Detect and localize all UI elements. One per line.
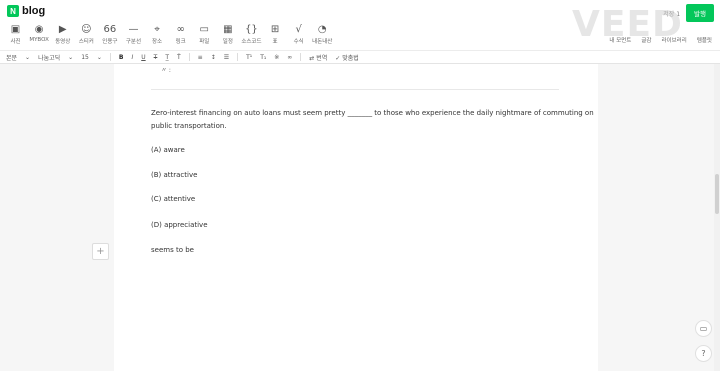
- translate-label: 번역: [316, 54, 328, 62]
- insert-toolbar: ▣ 사진 ◉ MYBOX ▶ 동영상 ☺ 스티커 66 인용구 — 구분선 ⌖ 장소 ∞ 링크 ▭ 파일 ▦ 일정 {}…: [4, 23, 334, 45]
- option-c[interactable]: (C) attentive: [151, 195, 195, 203]
- file-icon: ▭: [199, 24, 209, 35]
- sticker-icon: ☺: [81, 24, 92, 35]
- naver-blog-logo[interactable]: N blog: [7, 5, 45, 17]
- divider-icon: —: [128, 24, 139, 35]
- toolbar-divider: [300, 53, 302, 61]
- toolbar-label: 수식: [293, 39, 304, 45]
- top-right-actions: 저장 1 발행: [663, 4, 714, 22]
- note-text[interactable]: seems to be: [151, 246, 194, 254]
- toolbar-mybox-button[interactable]: ◉ MYBOX: [28, 23, 51, 45]
- toolbar-label: 소스코드: [241, 39, 262, 45]
- quote-icon: 66: [103, 24, 117, 35]
- video-icon: ▶: [58, 24, 67, 35]
- mybox-icon: ◉: [34, 24, 44, 35]
- toolbar-label: 링크: [175, 39, 186, 45]
- toolbar-my-content-button[interactable]: ◔ 내돈내산: [311, 23, 334, 45]
- question-text-line-2[interactable]: public transportation.: [151, 122, 227, 130]
- help-icon[interactable]: ?: [695, 345, 712, 362]
- toolbar-label: 내돈내산: [312, 39, 333, 45]
- special-char-icon[interactable]: ※: [274, 54, 279, 61]
- text-color-icon[interactable]: T̲: [165, 54, 169, 61]
- bold-button[interactable]: B: [119, 54, 124, 61]
- chevron-down-icon[interactable]: ⌄: [97, 54, 102, 61]
- photo-icon: ▣: [10, 24, 21, 35]
- toolbar-label: MYBOX: [29, 37, 49, 43]
- toolbar-label: 구분선: [125, 39, 142, 45]
- option-d[interactable]: (D) appreciative: [151, 221, 208, 229]
- align-icon[interactable]: ≡: [198, 54, 203, 61]
- italic-button[interactable]: I: [131, 54, 133, 61]
- question-text-line-1[interactable]: Zero-interest financing on auto loans mu…: [151, 109, 594, 117]
- add-component-button[interactable]: +: [92, 243, 109, 260]
- toolbar-formula-button[interactable]: √ 수식: [287, 23, 310, 45]
- my-content-icon: ◔: [317, 24, 327, 35]
- top-bar: N blog ▣ 사진 ◉ MYBOX ▶ 동영상 ☺ 스티커 66 인용구 — 구분선 ⌖ 장소 ∞ 링크 ▭…: [0, 0, 720, 50]
- right-tool-0[interactable]: 내 모먼트: [609, 36, 631, 44]
- toolbar-sticker-button[interactable]: ☺ 스티커: [75, 23, 98, 45]
- toolbar-schedule-button[interactable]: ▦ 일정: [216, 23, 239, 45]
- link-icon: ∞: [176, 24, 185, 35]
- spellcheck-button[interactable]: ✓ 맞춤법: [335, 53, 359, 62]
- publish-button[interactable]: 발행: [686, 4, 714, 22]
- right-tool-3[interactable]: 템플릿: [697, 36, 712, 44]
- toolbar-divider: [237, 53, 239, 61]
- toolbar-table-button[interactable]: ⊞ 표: [264, 23, 287, 45]
- naver-logo-badge: N: [7, 5, 19, 17]
- place-icon: ⌖: [154, 24, 160, 35]
- toolbar-label: 인용구: [102, 39, 118, 45]
- paragraph-style-select[interactable]: 본문: [6, 53, 17, 62]
- link-icon[interactable]: ∞: [287, 54, 292, 61]
- toolbar-label: 일정: [222, 39, 233, 45]
- toolbar-divider-button[interactable]: — 구분선: [122, 23, 145, 45]
- table-icon: ⊞: [270, 24, 280, 35]
- toolbar-video-button[interactable]: ▶ 동영상: [51, 23, 74, 45]
- list-icon[interactable]: ☰: [224, 54, 229, 61]
- toolbar-divider: [109, 53, 111, 61]
- paragraph-marker-icon: 〃 ꞉: [161, 67, 171, 74]
- toolbar-file-button[interactable]: ▭ 파일: [193, 23, 216, 45]
- chevron-down-icon[interactable]: ⌄: [25, 54, 30, 61]
- editor-canvas[interactable]: 〃 ꞉ Zero-interest financing on auto loan…: [114, 64, 598, 371]
- toolbar-label: 스티커: [78, 39, 94, 45]
- toolbar-code-button[interactable]: {} 소스코드: [240, 23, 263, 45]
- format-toolbar: 본문 ⌄ 나눔고딕 ⌄ 15 ⌄ B I U T T̲ T̂ ≡ ↕ ☰ T¹ …: [0, 50, 720, 64]
- right-tool-1[interactable]: 글감: [641, 36, 651, 44]
- subscript-icon[interactable]: T₁: [260, 54, 266, 61]
- formula-icon: √: [295, 24, 302, 35]
- toolbar-link-button[interactable]: ∞ 링크: [169, 23, 192, 45]
- superscript-icon[interactable]: T¹: [246, 54, 252, 61]
- font-family-select[interactable]: 나눔고딕: [38, 53, 60, 62]
- spellcheck-label: 맞춤법: [342, 54, 359, 62]
- content-divider: [151, 89, 559, 90]
- logo-text: blog: [22, 5, 46, 17]
- toolbar-divider: [188, 53, 190, 61]
- toolbar-quote-button[interactable]: 66 인용구: [98, 23, 121, 45]
- code-icon: {}: [245, 24, 258, 35]
- strikethrough-button[interactable]: T: [154, 54, 158, 61]
- scrollbar-thumb[interactable]: [715, 174, 719, 214]
- scrollbar-track[interactable]: [714, 64, 720, 371]
- chevron-down-icon[interactable]: ⌄: [68, 54, 73, 61]
- translate-button[interactable]: ⇄ 번역: [309, 53, 327, 62]
- right-tool-2[interactable]: 라이브러리: [662, 36, 687, 44]
- toolbar-place-button[interactable]: ⌖ 장소: [146, 23, 169, 45]
- schedule-icon: ▦: [223, 24, 233, 35]
- text-background-icon[interactable]: T̂: [177, 54, 181, 61]
- toolbar-label: 장소: [152, 39, 163, 45]
- right-tools: 내 모먼트 글감 라이브러리 템플릿: [609, 36, 712, 44]
- option-a[interactable]: (A) aware: [151, 146, 185, 154]
- toolbar-label: 표: [272, 39, 278, 45]
- toolbar-label: 사진: [10, 39, 21, 45]
- option-b[interactable]: (B) attractive: [151, 171, 197, 179]
- font-size-select[interactable]: 15: [81, 54, 89, 61]
- line-spacing-icon[interactable]: ↕: [211, 54, 216, 61]
- toolbar-label: 동영상: [55, 39, 71, 45]
- preview-icon[interactable]: ▭: [695, 320, 712, 337]
- toolbar-photo-button[interactable]: ▣ 사진: [4, 23, 27, 45]
- save-count[interactable]: 저장 1: [663, 9, 680, 18]
- underline-button[interactable]: U: [141, 54, 145, 61]
- toolbar-label: 파일: [199, 39, 210, 45]
